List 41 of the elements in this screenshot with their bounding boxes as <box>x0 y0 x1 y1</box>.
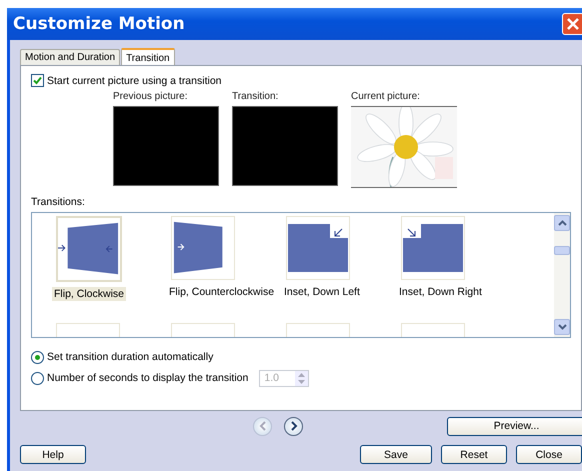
transition-label: Inset, Down Right <box>398 285 483 299</box>
transition-label: Flip, Clockwise <box>52 287 126 301</box>
preview-button[interactable]: Preview... <box>447 416 582 436</box>
spin-up-icon <box>298 372 306 376</box>
dialog-button[interactable]: Save <box>360 445 432 464</box>
scroll-bar[interactable] <box>554 213 570 337</box>
chevron-left-icon <box>258 421 266 431</box>
transition-label: Inset, Down Left <box>283 285 361 299</box>
inset-shape-icon <box>288 224 348 272</box>
tab[interactable]: Motion and Duration <box>20 49 120 65</box>
chevron-down-icon <box>558 324 566 330</box>
transitions-label: Transitions: <box>31 196 86 208</box>
checkbox-label: Start current picture using a transition <box>47 74 222 86</box>
chevron-right-icon <box>290 421 298 431</box>
scroll-down-button[interactable] <box>554 319 570 335</box>
scroll-thumb[interactable] <box>554 246 570 254</box>
transition-thumbnail[interactable] <box>171 216 235 280</box>
radio-button[interactable] <box>31 350 44 364</box>
dialog-button[interactable]: Reset <box>441 445 507 464</box>
close-icon <box>566 17 580 31</box>
preview-label: Current picture: <box>351 91 421 102</box>
transition-label: Flip, Counterclockwise <box>168 285 276 299</box>
transition-thumbnail[interactable] <box>56 216 122 282</box>
transition-thumbnail[interactable] <box>401 216 465 280</box>
radio-label: Number of seconds to display the transition <box>47 372 248 384</box>
dialog-button[interactable]: Close <box>516 445 582 464</box>
checkbox[interactable] <box>31 74 44 87</box>
transition-thumbnail[interactable] <box>286 216 350 280</box>
forward-button[interactable] <box>284 416 303 436</box>
window-title: Customize Motion <box>13 14 185 34</box>
chevron-up-icon <box>558 220 566 226</box>
radio-label: Set transition duration automatically <box>47 351 214 363</box>
close-button[interactable] <box>562 13 582 35</box>
inset-shape-icon <box>403 224 463 272</box>
scroll-up-button[interactable] <box>554 215 570 231</box>
radio-button[interactable] <box>31 372 44 384</box>
dialog-button[interactable]: Help <box>20 445 86 464</box>
preview-label: Previous picture: <box>113 91 188 102</box>
preview-label: Transition: <box>232 91 280 102</box>
tab[interactable]: Transition <box>121 48 175 66</box>
spin-down-icon <box>298 380 306 384</box>
